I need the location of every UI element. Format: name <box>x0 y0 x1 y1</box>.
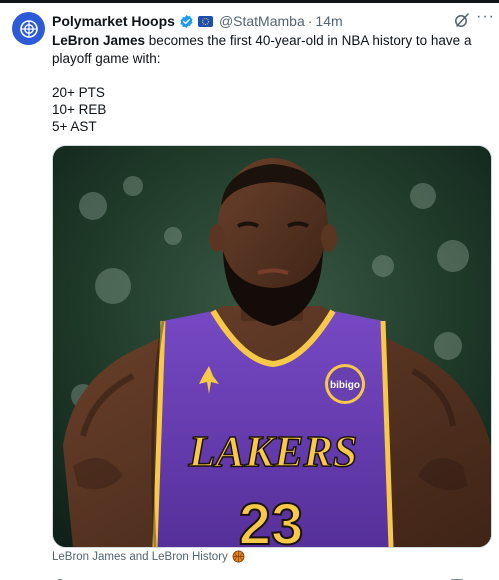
tweet-header: Polymarket Hoops @StatMamba · 14m <box>52 11 343 31</box>
author-handle[interactable]: @StatMamba <box>219 13 305 29</box>
jersey-wordmark: LAKERS <box>188 427 358 476</box>
grok-icon[interactable] <box>454 12 470 28</box>
stat-line: 10+ REB <box>52 102 107 117</box>
flag-icon <box>197 15 213 27</box>
stat-line: 5+ AST <box>52 119 97 134</box>
jersey-number: 23 <box>239 492 304 547</box>
tweet-text: LeBron James becomes the first 40-year-o… <box>52 32 477 68</box>
header-separator: · <box>307 13 313 29</box>
sponsor-patch: bibigo <box>330 380 360 391</box>
polymarket-logo-icon <box>19 19 38 38</box>
verified-badge-icon <box>180 14 193 28</box>
tweet-photo[interactable]: bibigo LAKERS 23 <box>52 145 492 548</box>
stat-line: 20+ PTS <box>52 85 105 100</box>
basketball-icon <box>232 550 245 563</box>
action-bar <box>52 572 472 580</box>
tweet-stats-list: 20+ PTS 10+ REB 5+ AST <box>52 84 106 135</box>
media-caption-text: LeBron James and LeBron History <box>52 550 228 563</box>
media-caption: LeBron James and LeBron History <box>52 550 245 563</box>
author-name[interactable]: Polymarket Hoops <box>52 13 175 29</box>
tweet-text-highlight[interactable]: LeBron James <box>52 33 145 48</box>
top-divider <box>0 0 499 3</box>
more-icon[interactable]: ··· <box>476 8 495 26</box>
tweet-timestamp[interactable]: 14m <box>315 13 342 29</box>
author-avatar[interactable] <box>12 12 45 45</box>
player-photo-illustration: bibigo LAKERS 23 <box>53 146 491 547</box>
